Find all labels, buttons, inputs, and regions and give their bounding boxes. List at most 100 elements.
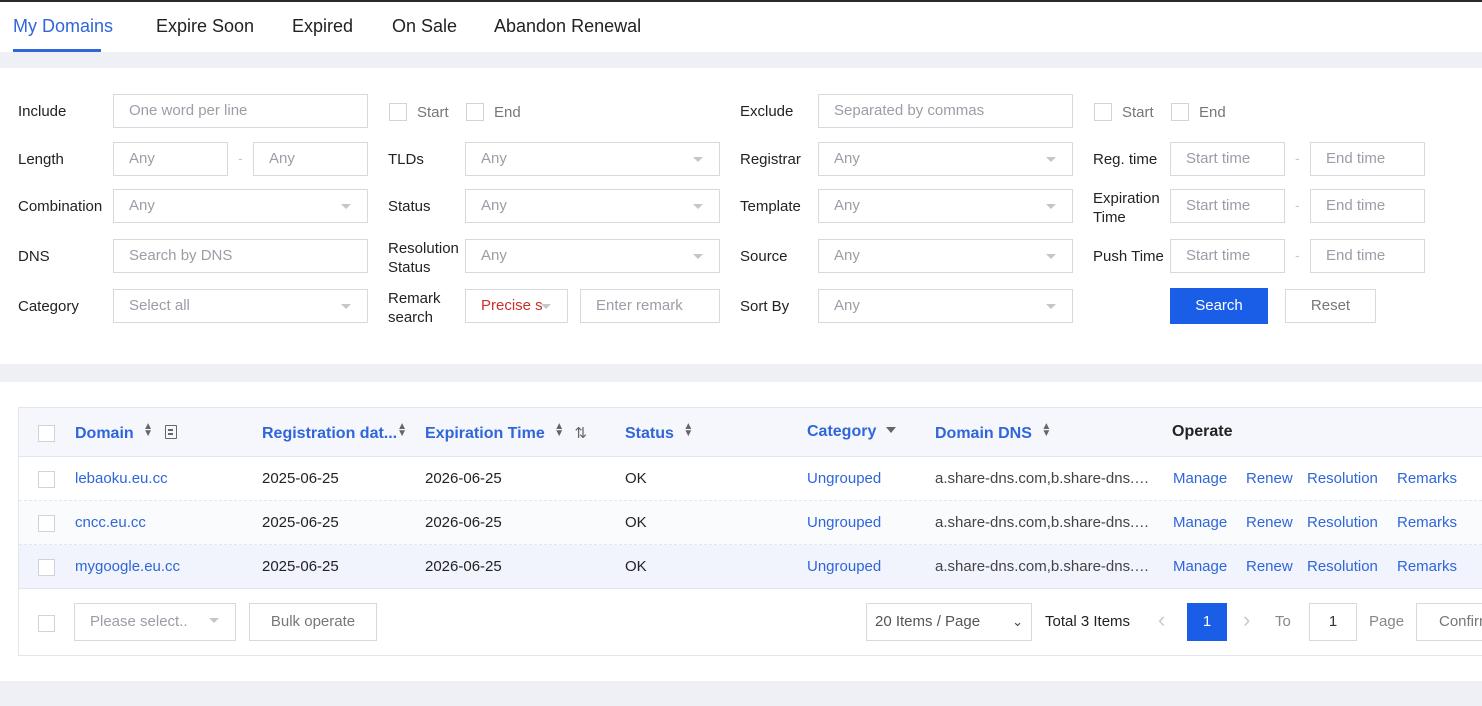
renew-link[interactable]: Renew [1246, 514, 1293, 531]
page-size-value: 20 Items / Page [875, 613, 981, 630]
domain-link[interactable]: mygoogle.eu.cc [75, 558, 180, 575]
renew-link[interactable]: Renew [1246, 558, 1293, 575]
expiration-date: 2026-06-25 [425, 514, 502, 531]
category-link[interactable]: Ungrouped [807, 514, 881, 531]
column-expiration-time[interactable]: Expiration Time ▲ ▼ ⇅ [425, 422, 588, 443]
remark-mode-select[interactable]: Precise s [465, 289, 568, 323]
column-status[interactable]: Status ▲ ▼ [625, 422, 693, 443]
domain-link[interactable]: cncc.eu.cc [75, 514, 146, 531]
confirm-button[interactable]: Confirm [1416, 603, 1482, 641]
expiration-start-input[interactable]: Start time [1170, 189, 1285, 223]
sort-icon[interactable]: ▲ ▼ [1041, 422, 1051, 439]
expiration-end-input[interactable]: End time [1310, 189, 1425, 223]
table-header: Domain ▲ ▼ Registration dat...▲ ▼ Expirati… [19, 408, 1482, 457]
reset-button[interactable]: Reset [1285, 289, 1376, 323]
column-category[interactable]: Category [807, 423, 896, 441]
status-value: OK [625, 558, 647, 575]
domain-link[interactable]: lebaoku.eu.cc [75, 470, 168, 487]
exclude-end-checkbox[interactable] [1171, 103, 1189, 121]
exclude-start-checkbox[interactable] [1094, 103, 1112, 121]
template-select[interactable]: Any [818, 189, 1073, 223]
row-checkbox[interactable] [38, 471, 55, 488]
bulk-select-checkbox[interactable] [38, 615, 55, 632]
resolution-link[interactable]: Resolution [1307, 558, 1378, 575]
column-domain[interactable]: Domain ▲ ▼ [75, 422, 178, 443]
sort-by-select[interactable]: Any [818, 289, 1073, 323]
resolution-status-select[interactable]: Any [465, 239, 720, 273]
select-all-checkbox[interactable] [38, 425, 55, 442]
category-link[interactable]: Ungrouped [807, 470, 881, 487]
push-time-end-input[interactable]: End time [1310, 239, 1425, 273]
combination-label: Combination [18, 198, 103, 215]
include-end-label: End [494, 104, 521, 121]
tab-expire-soon[interactable]: Expire Soon [156, 16, 254, 37]
sort-icon[interactable]: ▲ ▼ [554, 422, 564, 439]
swap-sort-icon[interactable]: ⇅ [575, 425, 588, 442]
row-checkbox[interactable] [38, 559, 55, 576]
length-min-input[interactable]: Any [113, 142, 228, 176]
registration-date: 2025-06-25 [262, 514, 339, 531]
renew-link[interactable]: Renew [1246, 470, 1293, 487]
prev-page-icon[interactable]: ‹ [1158, 607, 1165, 633]
remarks-link[interactable]: Remarks [1397, 470, 1457, 487]
column-operate: Operate [1172, 423, 1233, 440]
reg-time-start-input[interactable]: Start time [1170, 142, 1285, 176]
exclude-input[interactable]: Separated by commas [818, 94, 1073, 128]
category-label: Category [18, 298, 79, 315]
tab-abandon-renewal[interactable]: Abandon Renewal [494, 16, 641, 37]
current-page-button[interactable]: 1 [1187, 603, 1227, 641]
manage-link[interactable]: Manage [1173, 470, 1227, 487]
tab-bar: My Domains Expire Soon Expired On Sale A… [0, 2, 1482, 52]
goto-page-input[interactable]: 1 [1309, 603, 1357, 641]
search-button[interactable]: Search [1170, 288, 1268, 324]
column-settings-icon[interactable] [165, 425, 178, 439]
column-domain-dns[interactable]: Domain DNS ▲ ▼ [935, 422, 1051, 443]
page-size-select[interactable]: 20 Items / Page ⌄ [866, 603, 1032, 641]
resolution-link[interactable]: Resolution [1307, 514, 1378, 531]
resolution-link[interactable]: Resolution [1307, 470, 1378, 487]
expiration-time-label-line1: Expiration [1093, 190, 1160, 207]
remark-input[interactable]: Enter remark [580, 289, 720, 323]
dns-input[interactable]: Search by DNS [113, 239, 368, 273]
source-label: Source [740, 248, 788, 265]
tab-my-domains[interactable]: My Domains [13, 16, 113, 37]
source-select[interactable]: Any [818, 239, 1073, 273]
column-registration-label: Registration dat... [262, 425, 398, 442]
combination-select[interactable]: Any [113, 189, 368, 223]
status-value: OK [625, 514, 647, 531]
column-registration-date[interactable]: Registration dat...▲ ▼ [262, 422, 407, 443]
reg-time-label: Reg. time [1093, 151, 1158, 168]
category-select[interactable]: Select all [113, 289, 368, 323]
resolution-status-label-line2: Status [388, 259, 431, 276]
category-link[interactable]: Ungrouped [807, 558, 881, 575]
next-page-icon[interactable]: › [1243, 607, 1250, 633]
sort-icon[interactable]: ▲ ▼ [683, 422, 693, 439]
tlds-select[interactable]: Any [465, 142, 720, 176]
row-checkbox[interactable] [38, 515, 55, 532]
sort-icon[interactable]: ▲ ▼ [397, 422, 407, 439]
registration-date: 2025-06-25 [262, 470, 339, 487]
registrar-select[interactable]: Any [818, 142, 1073, 176]
status-select[interactable]: Any [465, 189, 720, 223]
bulk-operate-button[interactable]: Bulk operate [249, 603, 377, 641]
dns-value: a.share-dns.com,b.share-dns.net [935, 470, 1150, 487]
include-label: Include [18, 103, 67, 120]
filter-caret-icon[interactable] [885, 427, 896, 433]
remarks-link[interactable]: Remarks [1397, 558, 1457, 575]
tab-on-sale[interactable]: On Sale [392, 16, 457, 37]
remarks-link[interactable]: Remarks [1397, 514, 1457, 531]
sort-icon[interactable]: ▲ ▼ [143, 422, 153, 439]
push-time-start-input[interactable]: Start time [1170, 239, 1285, 273]
manage-link[interactable]: Manage [1173, 514, 1227, 531]
include-input[interactable]: One word per line [113, 94, 368, 128]
length-max-input[interactable]: Any [253, 142, 368, 176]
include-end-checkbox[interactable] [466, 103, 484, 121]
manage-link[interactable]: Manage [1173, 558, 1227, 575]
expiration-time-label-line2: Time [1093, 209, 1126, 226]
reg-time-end-input[interactable]: End time [1310, 142, 1425, 176]
tab-expired[interactable]: Expired [292, 16, 353, 37]
bulk-action-select[interactable]: Please select.. [74, 603, 236, 641]
registration-date: 2025-06-25 [262, 558, 339, 575]
include-start-checkbox[interactable] [389, 103, 407, 121]
status-value: OK [625, 470, 647, 487]
